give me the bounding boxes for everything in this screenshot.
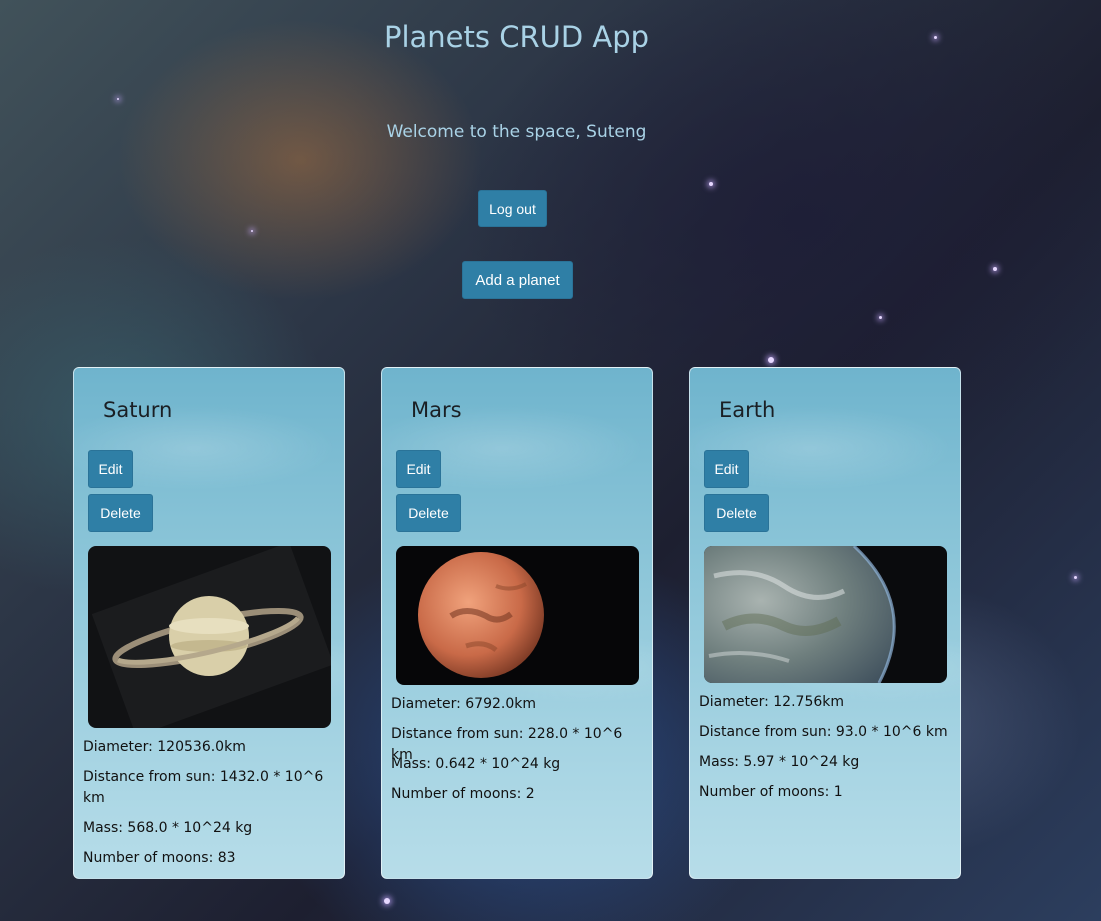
planet-mass: Mass: 5.97 * 10^24 kg <box>699 754 860 770</box>
welcome-message: Welcome to the space, Suteng <box>386 122 647 142</box>
saturn-image <box>88 546 331 728</box>
planet-distance: Distance from sun: 1432.0 * 10^6 km <box>83 769 324 806</box>
planet-diameter: Diameter: 12.756km <box>699 694 845 710</box>
planet-diameter: Diameter: 120536.0km <box>83 739 246 755</box>
planet-mass: Mass: 0.642 * 10^24 kg <box>391 756 561 772</box>
planet-card-earth: Earth Edit Delete Diameter: 12.756km Dis… <box>689 367 961 879</box>
edit-button[interactable]: Edit <box>396 450 441 488</box>
add-planet-button[interactable]: Add a planet <box>462 261 573 299</box>
logout-button[interactable]: Log out <box>478 190 547 227</box>
edit-button[interactable]: Edit <box>88 450 133 488</box>
planet-card-mars: Mars Edit Delete Diameter: 6792.0km Dist… <box>381 367 653 879</box>
mars-image <box>396 546 639 685</box>
planet-name: Earth <box>719 398 776 422</box>
planet-card-saturn: Saturn Edit Delete Diameter: 120536.0km … <box>73 367 345 879</box>
planet-moons: Number of moons: 2 <box>391 786 535 802</box>
planet-name: Mars <box>411 398 462 422</box>
edit-button[interactable]: Edit <box>704 450 749 488</box>
delete-button[interactable]: Delete <box>88 494 153 532</box>
planet-mass: Mass: 568.0 * 10^24 kg <box>83 820 253 836</box>
earth-image <box>704 546 947 683</box>
delete-button[interactable]: Delete <box>704 494 769 532</box>
planet-moons: Number of moons: 1 <box>699 784 843 800</box>
planet-moons: Number of moons: 83 <box>83 850 236 866</box>
planet-diameter: Diameter: 6792.0km <box>391 696 537 712</box>
delete-button[interactable]: Delete <box>396 494 461 532</box>
app-title: Planets CRUD App <box>383 20 650 54</box>
planet-name: Saturn <box>103 398 173 422</box>
planet-distance: Distance from sun: 93.0 * 10^6 km <box>699 724 948 740</box>
